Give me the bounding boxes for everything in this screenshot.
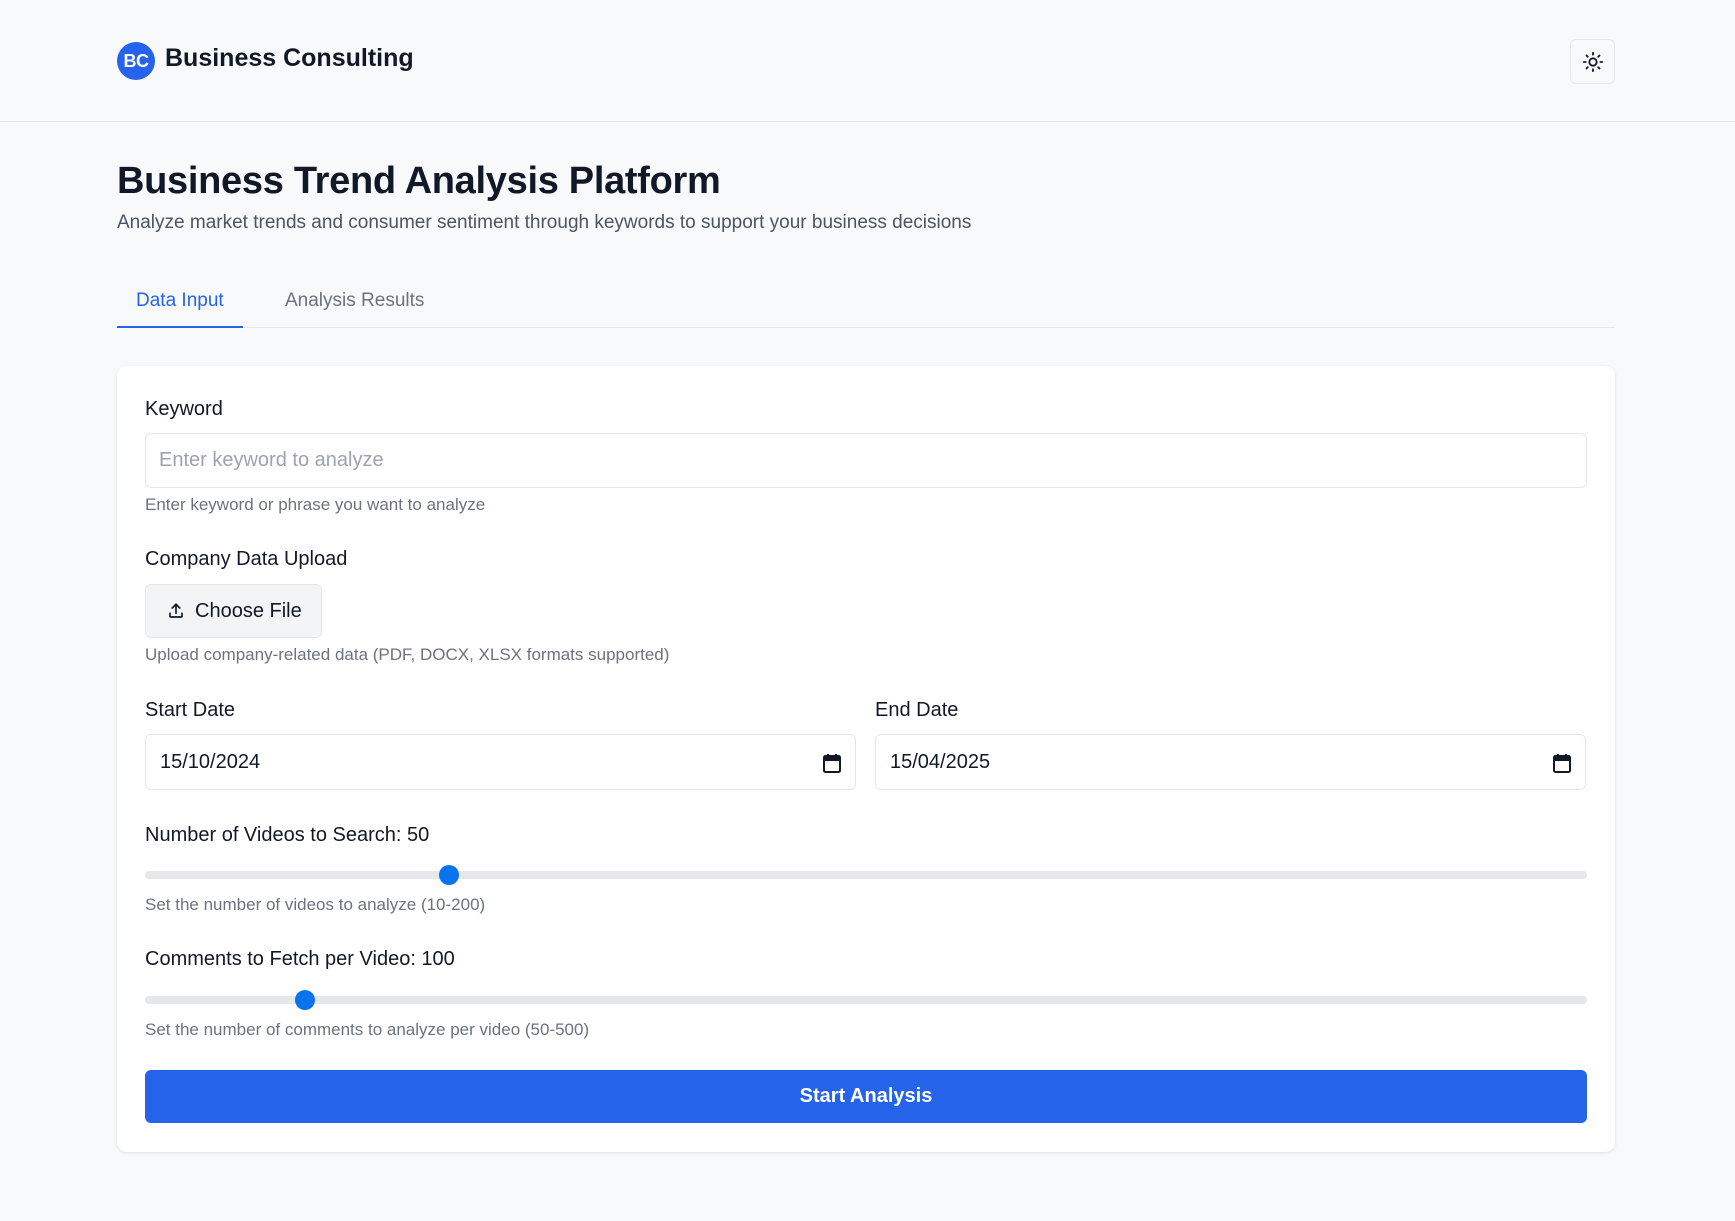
keyword-input[interactable] — [145, 433, 1587, 488]
upload-label: Company Data Upload — [145, 548, 348, 570]
theme-toggle-button[interactable] — [1570, 39, 1615, 84]
comments-label: Comments to Fetch per Video: 100 — [145, 948, 455, 970]
tab-analysis-results[interactable]: Analysis Results — [266, 278, 443, 328]
choose-file-label: Choose File — [195, 599, 302, 622]
upload-icon — [169, 603, 183, 618]
calendar-icon[interactable] — [1553, 753, 1571, 773]
data-input-card: Keyword Enter keyword or phrase you want… — [117, 366, 1615, 1152]
brand-name: Business Consulting — [165, 44, 414, 72]
end-date-input[interactable]: 15/04/2025 — [875, 734, 1586, 790]
videos-helper: Set the number of videos to analyze (10-… — [145, 895, 486, 914]
comments-slider-thumb[interactable] — [295, 990, 316, 1010]
page-title: Business Trend Analysis Platform — [117, 160, 721, 202]
start-date-label: Start Date — [145, 699, 236, 721]
comments-helper: Set the number of comments to analyze pe… — [145, 1020, 590, 1039]
top-header: BC Business Consulting — [0, 0, 1735, 122]
brand-logo: BC — [117, 42, 155, 80]
videos-label: Number of Videos to Search: 50 — [145, 824, 430, 846]
upload-helper: Upload company-related data (PDF, DOCX, … — [145, 645, 670, 664]
choose-file-button[interactable]: Choose File — [145, 584, 322, 638]
sun-icon — [1582, 51, 1603, 72]
keyword-label: Keyword — [145, 398, 223, 420]
tab-bar: Data Input Analysis Results — [117, 278, 1615, 328]
start-date-value: 15/10/2024 — [160, 751, 261, 773]
start-date-input[interactable]: 15/10/2024 — [145, 734, 856, 790]
tab-data-input[interactable]: Data Input — [117, 278, 243, 328]
comments-slider[interactable] — [145, 990, 1587, 1010]
calendar-icon[interactable] — [823, 753, 841, 773]
start-analysis-button[interactable]: Start Analysis — [145, 1070, 1587, 1123]
page-subtitle: Analyze market trends and consumer senti… — [117, 212, 972, 233]
videos-slider-thumb[interactable] — [438, 865, 459, 885]
keyword-helper: Enter keyword or phrase you want to anal… — [145, 495, 486, 514]
end-date-label: End Date — [875, 699, 959, 721]
videos-slider[interactable] — [145, 865, 1587, 885]
end-date-value: 15/04/2025 — [890, 751, 991, 773]
